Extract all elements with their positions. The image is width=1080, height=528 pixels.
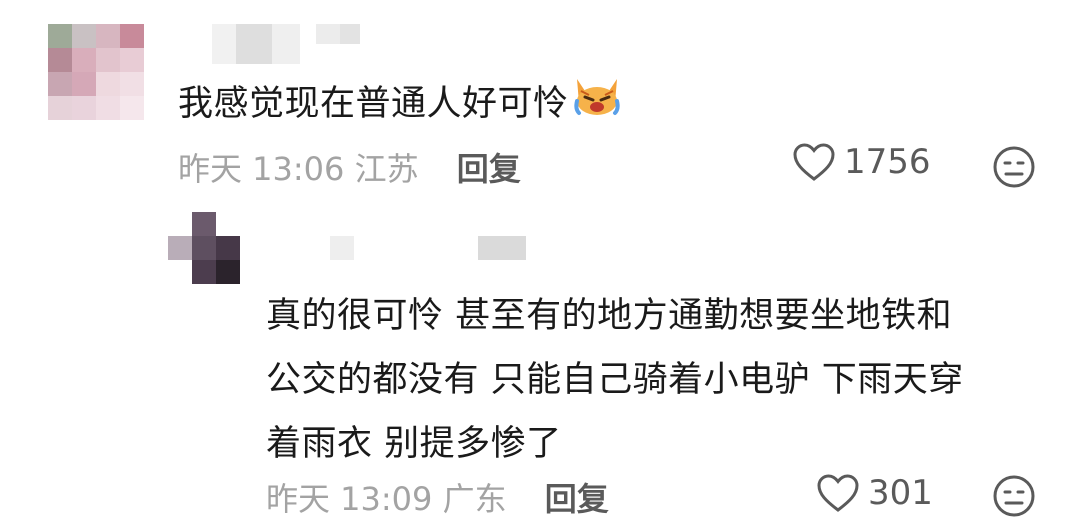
reply-username[interactable] bbox=[330, 236, 526, 266]
crying-cat-emoji bbox=[571, 73, 623, 138]
heart-icon bbox=[793, 143, 835, 181]
comment-thread: 我感觉现在普通人好可怜 昨天 13:06 江苏 回复 1756 真的很可怜 甚至… bbox=[0, 0, 1080, 528]
reply-meta: 昨天 13:09 广东 回复 bbox=[266, 474, 609, 520]
location: 广东 bbox=[442, 480, 507, 518]
reply-text: 真的很可怜 甚至有的地方通勤想要坐地铁和 公交的都没有 只能自己骑着小电驴 下雨… bbox=[266, 296, 964, 464]
reply-button[interactable]: 回复 bbox=[545, 480, 609, 518]
comment-text: 我感觉现在普通人好可怜 bbox=[178, 72, 623, 138]
dislike-face-icon[interactable] bbox=[992, 474, 1036, 518]
timestamp: 昨天 13:06 bbox=[178, 150, 345, 188]
like-count: 301 bbox=[868, 473, 933, 513]
username[interactable] bbox=[212, 24, 360, 64]
reply-button[interactable]: 回复 bbox=[457, 150, 521, 188]
heart-icon bbox=[817, 474, 859, 512]
location: 江苏 bbox=[354, 150, 419, 188]
comment-meta: 昨天 13:06 江苏 回复 bbox=[178, 144, 521, 190]
dislike-face-icon[interactable] bbox=[992, 145, 1036, 189]
reply-avatar[interactable] bbox=[168, 212, 240, 284]
reply-like-button[interactable]: 301 bbox=[816, 473, 933, 513]
like-count: 1756 bbox=[844, 142, 931, 182]
like-button[interactable]: 1756 bbox=[792, 142, 931, 182]
timestamp: 昨天 13:09 bbox=[266, 480, 433, 518]
avatar[interactable] bbox=[48, 24, 144, 120]
